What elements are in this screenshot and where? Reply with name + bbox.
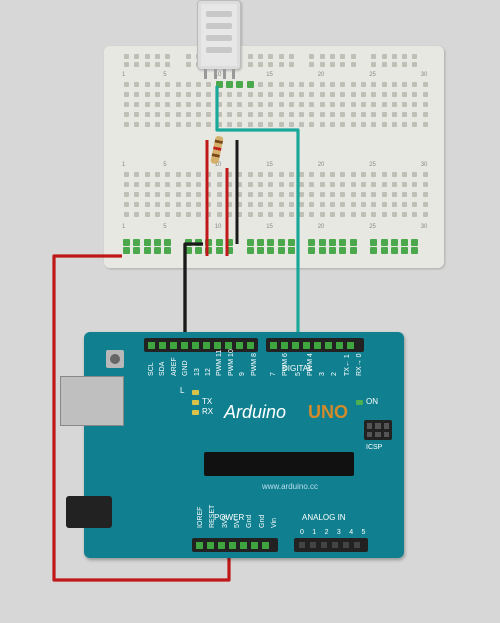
label-icsp: ICSP [366, 444, 382, 451]
led-tx [192, 400, 199, 405]
label-analogin: ANALOG IN [302, 513, 346, 522]
pin-label-A3: 3 [337, 529, 341, 536]
pin-label-8: PWM 8 [251, 353, 258, 376]
pin-label-A2: 2 [325, 529, 329, 536]
power-jack [66, 496, 112, 528]
pin-label-11: PWM 11 [216, 350, 223, 376]
pin-label-A1: 1 [312, 529, 316, 536]
label-L: L [180, 386, 184, 395]
pin-label-0: RX→ 0 [356, 353, 363, 376]
pin-label-5V-3: 5V [234, 519, 241, 528]
pin-label-RESET-1: RESET [209, 505, 216, 528]
pin-label-3V3-2: 3V3 [222, 516, 229, 528]
label-on: ON [366, 397, 378, 406]
header-analog[interactable] [294, 538, 368, 552]
header-digital-right[interactable] [266, 338, 364, 352]
pin-label-13: 13 [194, 368, 201, 376]
pin-label-IOREF-0: IOREF [197, 507, 204, 528]
pin-label-GND: GND [182, 360, 189, 376]
pin-label-4: PWM 4 [307, 353, 314, 376]
pin-label-SDA: SDA [159, 362, 166, 376]
led-on [356, 400, 363, 405]
header-digital-left[interactable] [144, 338, 258, 352]
label-rx: RX [202, 407, 213, 416]
pin-label-6: PWM 6 [282, 353, 289, 376]
icsp-header[interactable] [364, 420, 392, 440]
mcu-chip [204, 452, 354, 476]
pin-label-Vin-6: Vin [271, 518, 278, 528]
pin-label-Gnd-4: Gnd [246, 515, 253, 528]
pin-label-Gnd-5: Gnd [259, 515, 266, 528]
brand-model: UNO [308, 402, 348, 423]
label-tx: TX [202, 397, 212, 406]
pin-label-A5: 5 [362, 529, 366, 536]
pin-label-A0: 0 [300, 529, 304, 536]
reset-button[interactable] [106, 350, 124, 368]
wire-data-teal [217, 86, 298, 346]
arduino-board: L TX RX ON DIGITAL POWER ANALOG IN ICSP … [84, 332, 404, 558]
pin-label-7: 7 [270, 372, 277, 376]
led-L [192, 390, 199, 395]
fritzing-canvas: // holes are generated later with JS 111… [0, 0, 500, 623]
usb-port [60, 376, 124, 426]
header-power[interactable] [192, 538, 278, 552]
brand-arduino: Arduino [224, 402, 286, 423]
pin-label-AREF: AREF [171, 357, 178, 376]
pin-label-3: 3 [319, 372, 326, 376]
pin-label-SCL: SCL [148, 362, 155, 376]
pin-label-A4: 4 [349, 529, 353, 536]
pin-label-10: PWM 10 [228, 349, 235, 376]
led-rx [192, 410, 199, 415]
brand-url: www.arduino.cc [262, 482, 318, 491]
pin-label-12: 12 [205, 368, 212, 376]
pin-label-9: 9 [239, 372, 246, 376]
pin-label-5: 5 [295, 372, 302, 376]
pin-label-2: 2 [331, 372, 338, 376]
pin-label-1: TX← 1 [344, 354, 351, 376]
